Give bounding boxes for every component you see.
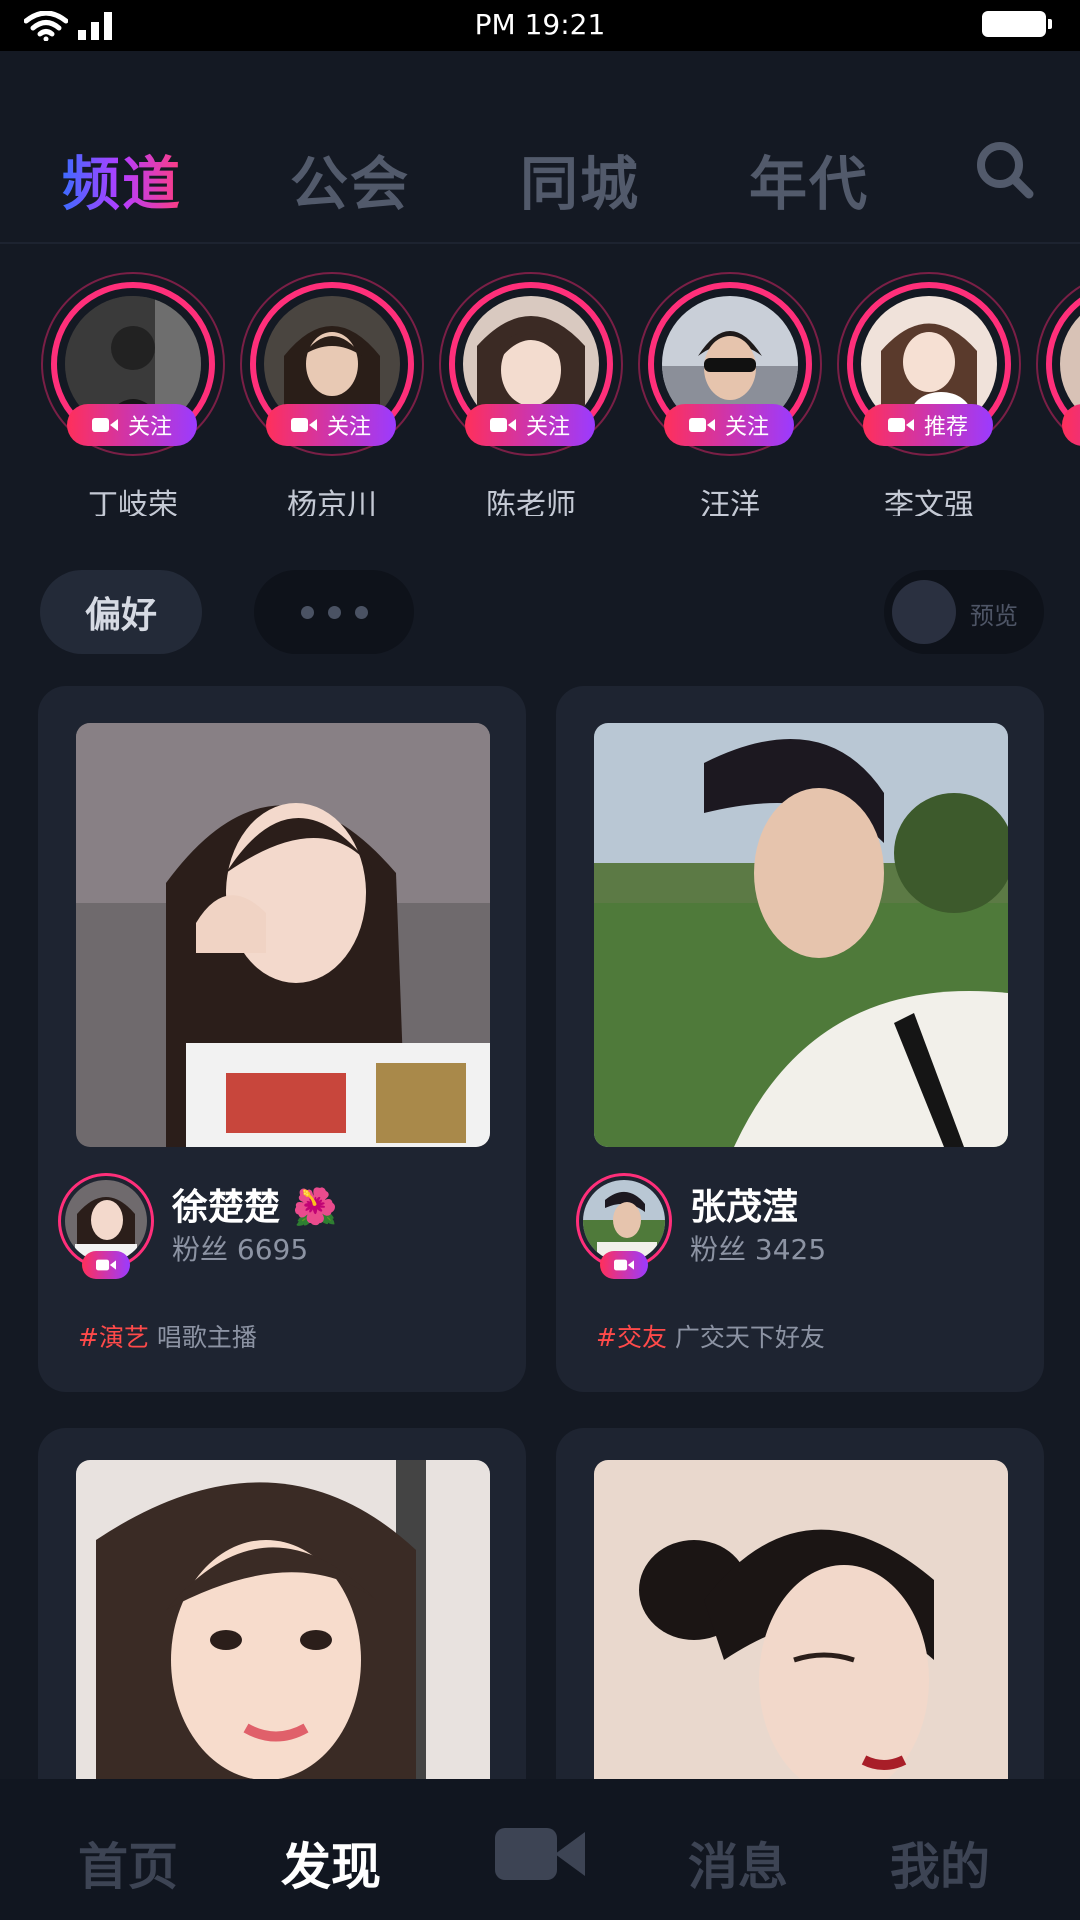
host-name: 张茂滢	[690, 1187, 799, 1228]
follow-badge[interactable]: 关注	[664, 404, 794, 446]
anchor-card[interactable]: 张茂滢 粉丝 3425 #交友 广交天下好友	[556, 686, 1044, 1392]
category-tag[interactable]: #演艺	[78, 1323, 149, 1352]
anchor-photo[interactable]	[594, 1460, 1008, 1828]
tab-channel[interactable]: 频道	[62, 137, 182, 221]
tagline: #交友 广交天下好友	[596, 1318, 825, 1354]
preference-button[interactable]: 偏好	[40, 570, 202, 654]
preview-toggle[interactable]: 预览	[884, 570, 1044, 654]
anchor-card[interactable]: 徐楚楚 🌺 粉丝 6695 #演艺 唱歌主播	[38, 686, 526, 1392]
story-name: 陈老师	[486, 488, 576, 516]
preview-label: 预览	[970, 602, 1018, 630]
story-item[interactable]: 关注 陈老师	[439, 272, 623, 516]
anchor-photo[interactable]	[594, 723, 1008, 1147]
badge-label: 推荐	[923, 415, 968, 440]
anchor-card[interactable]	[556, 1428, 1044, 1828]
nav-mine[interactable]: 我的	[890, 1827, 990, 1899]
status-bar: PM 19:21	[0, 0, 1080, 51]
live-badge	[82, 1251, 130, 1279]
nav-messages[interactable]: 消息	[688, 1827, 788, 1899]
story-item[interactable]: 关注 杨京川	[240, 272, 424, 516]
story-name: 丁岐荣	[88, 488, 178, 516]
anchor-stories-row: 关注 丁岐荣 关注 杨京川 关注 陈老师 关注 汪洋 推荐 李文强	[0, 246, 1080, 516]
nav-discover[interactable]: 发现	[281, 1827, 381, 1899]
video-camera-icon	[290, 418, 317, 432]
badge-label: 关注	[127, 415, 172, 440]
badge-label: 关注	[525, 415, 570, 440]
host-name: 徐楚楚 🌺	[172, 1187, 338, 1228]
anchor-photo[interactable]	[76, 723, 490, 1147]
flower-emoji-icon: 🌺	[292, 1187, 338, 1228]
story-item[interactable]	[1036, 272, 1080, 502]
live-badge	[600, 1251, 648, 1279]
video-camera-icon	[887, 418, 914, 432]
badge-label: 关注	[724, 415, 769, 440]
tab-same-city[interactable]: 同城	[520, 137, 640, 221]
follow-badge[interactable]: 关注	[67, 404, 197, 446]
more-dots-icon[interactable]	[254, 570, 414, 654]
story-name: 杨京川	[287, 488, 377, 516]
video-camera-icon	[688, 418, 715, 432]
badge-label: 关注	[326, 415, 371, 440]
tab-guild[interactable]: 公会	[290, 137, 410, 221]
tag-description: 广交天下好友	[674, 1323, 825, 1352]
follow-badge[interactable]: 关注	[465, 404, 595, 446]
story-item[interactable]: 关注 汪洋	[638, 272, 822, 516]
video-camera-icon	[614, 1259, 634, 1271]
story-name: 汪洋	[700, 488, 760, 516]
recommend-badge[interactable]: 推荐	[863, 404, 993, 446]
tab-era[interactable]: 年代	[749, 137, 869, 221]
tag-description: 唱歌主播	[156, 1323, 257, 1352]
story-item[interactable]: 关注 丁岐荣	[41, 272, 225, 516]
tagline: #演艺 唱歌主播	[78, 1318, 257, 1354]
video-camera-icon	[91, 418, 118, 432]
follow-badge[interactable]: 关注	[266, 404, 396, 446]
video-camera-icon	[96, 1259, 116, 1271]
host-avatar[interactable]	[576, 1173, 672, 1279]
status-time: PM 19:21	[474, 8, 606, 41]
host-avatar[interactable]	[58, 1173, 154, 1279]
category-tag[interactable]: #交友	[596, 1323, 667, 1352]
bottom-nav: 首页 发现 消息 我的	[0, 1779, 1080, 1920]
nav-home[interactable]: 首页	[78, 1827, 178, 1899]
video-camera-icon	[489, 418, 516, 432]
toggle-knob	[892, 580, 956, 644]
video-camera-icon[interactable]	[495, 1826, 585, 1882]
search-icon[interactable]	[975, 140, 1035, 200]
story-name: 李文强	[884, 488, 974, 516]
anchor-card[interactable]	[38, 1428, 526, 1828]
battery-icon	[982, 11, 1052, 37]
fans-count: 粉丝 3425	[690, 1233, 827, 1266]
story-item[interactable]: 推荐 李文强	[837, 272, 1021, 516]
anchor-photo[interactable]	[76, 1460, 490, 1828]
fans-count: 粉丝 6695	[172, 1233, 309, 1266]
top-tab-bar: 频道 公会 同城 年代	[0, 51, 1080, 244]
